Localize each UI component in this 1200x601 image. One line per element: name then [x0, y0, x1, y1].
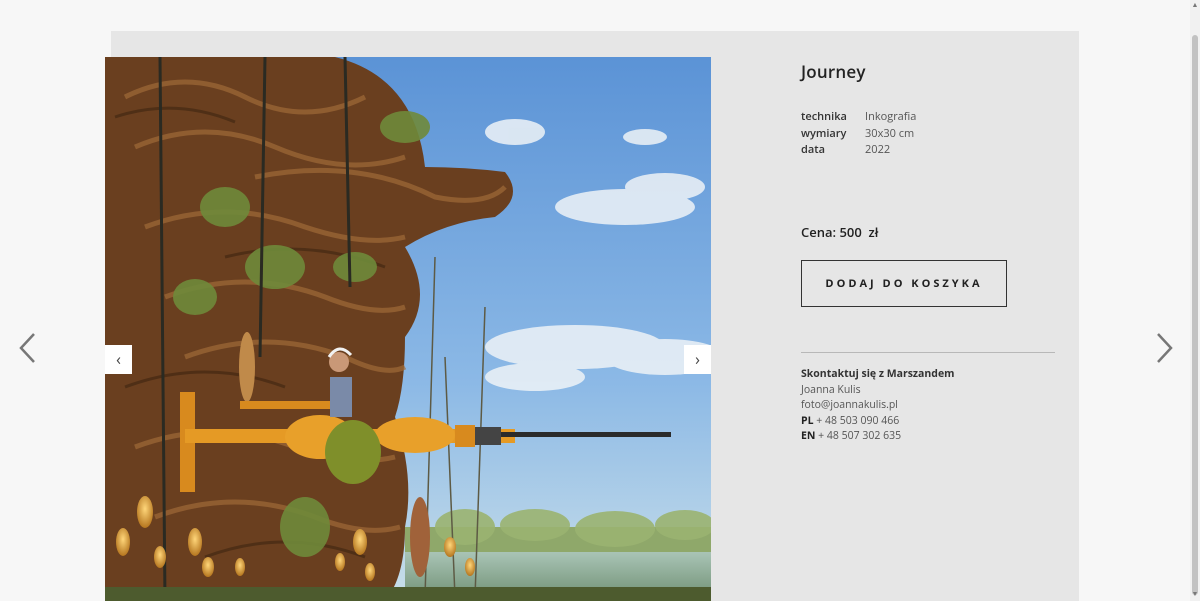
artwork-specs: technika Inkografia wymiary 30x30 cm dat…	[801, 109, 916, 159]
scrollbar-thumb[interactable]	[1192, 35, 1198, 595]
spec-value: Inkografia	[865, 109, 917, 124]
contact-phone-en[interactable]: EN + 48 507 302 635	[801, 429, 954, 445]
spec-label: data	[801, 142, 825, 157]
contact-email-link[interactable]: foto@joannakulis.pl	[801, 398, 898, 412]
divider	[801, 352, 1055, 353]
spec-row-dimensions: wymiary 30x30 cm	[801, 126, 916, 143]
phone-number: + 48 503 090 466	[816, 413, 900, 428]
spec-row-technique: technika Inkografia	[801, 109, 916, 126]
chevron-right-icon	[1157, 333, 1173, 363]
chevron-left-icon	[19, 333, 35, 363]
scroll-down-arrow-icon[interactable]: ▼	[1191, 591, 1199, 599]
add-to-cart-button[interactable]: DODAJ DO KOSZYKA	[801, 260, 1007, 307]
image-prev-button[interactable]: ‹	[105, 345, 132, 374]
artwork-image[interactable]	[105, 57, 711, 601]
phone-prefix: EN	[801, 429, 816, 443]
spec-label: technika	[801, 109, 847, 124]
scroll-up-arrow-icon[interactable]: ▲	[1191, 2, 1199, 10]
scrollbar[interactable]: ▲ ▼	[1190, 0, 1200, 601]
contact-name: Joanna Kulis	[801, 382, 861, 397]
spec-row-date: data 2022	[801, 142, 916, 159]
prev-artwork-button[interactable]	[14, 330, 44, 366]
spec-value: 30x30 cm	[865, 125, 915, 141]
next-artwork-button[interactable]	[1148, 330, 1178, 366]
spec-label: wymiary	[801, 125, 847, 141]
contact-block: Skontaktuj się z Marszandem Joanna Kulis…	[801, 367, 954, 445]
artwork-title: Journey	[801, 60, 866, 83]
price: Cena: 500 zł	[801, 223, 879, 241]
spec-value: 2022	[865, 142, 891, 157]
contact-heading: Skontaktuj się z Marszandem	[801, 367, 955, 381]
image-next-button[interactable]: ›	[684, 345, 711, 374]
phone-prefix: PL	[801, 413, 814, 428]
contact-phone-pl[interactable]: PL + 48 503 090 466	[801, 414, 954, 430]
phone-number: + 48 507 302 635	[818, 429, 902, 443]
